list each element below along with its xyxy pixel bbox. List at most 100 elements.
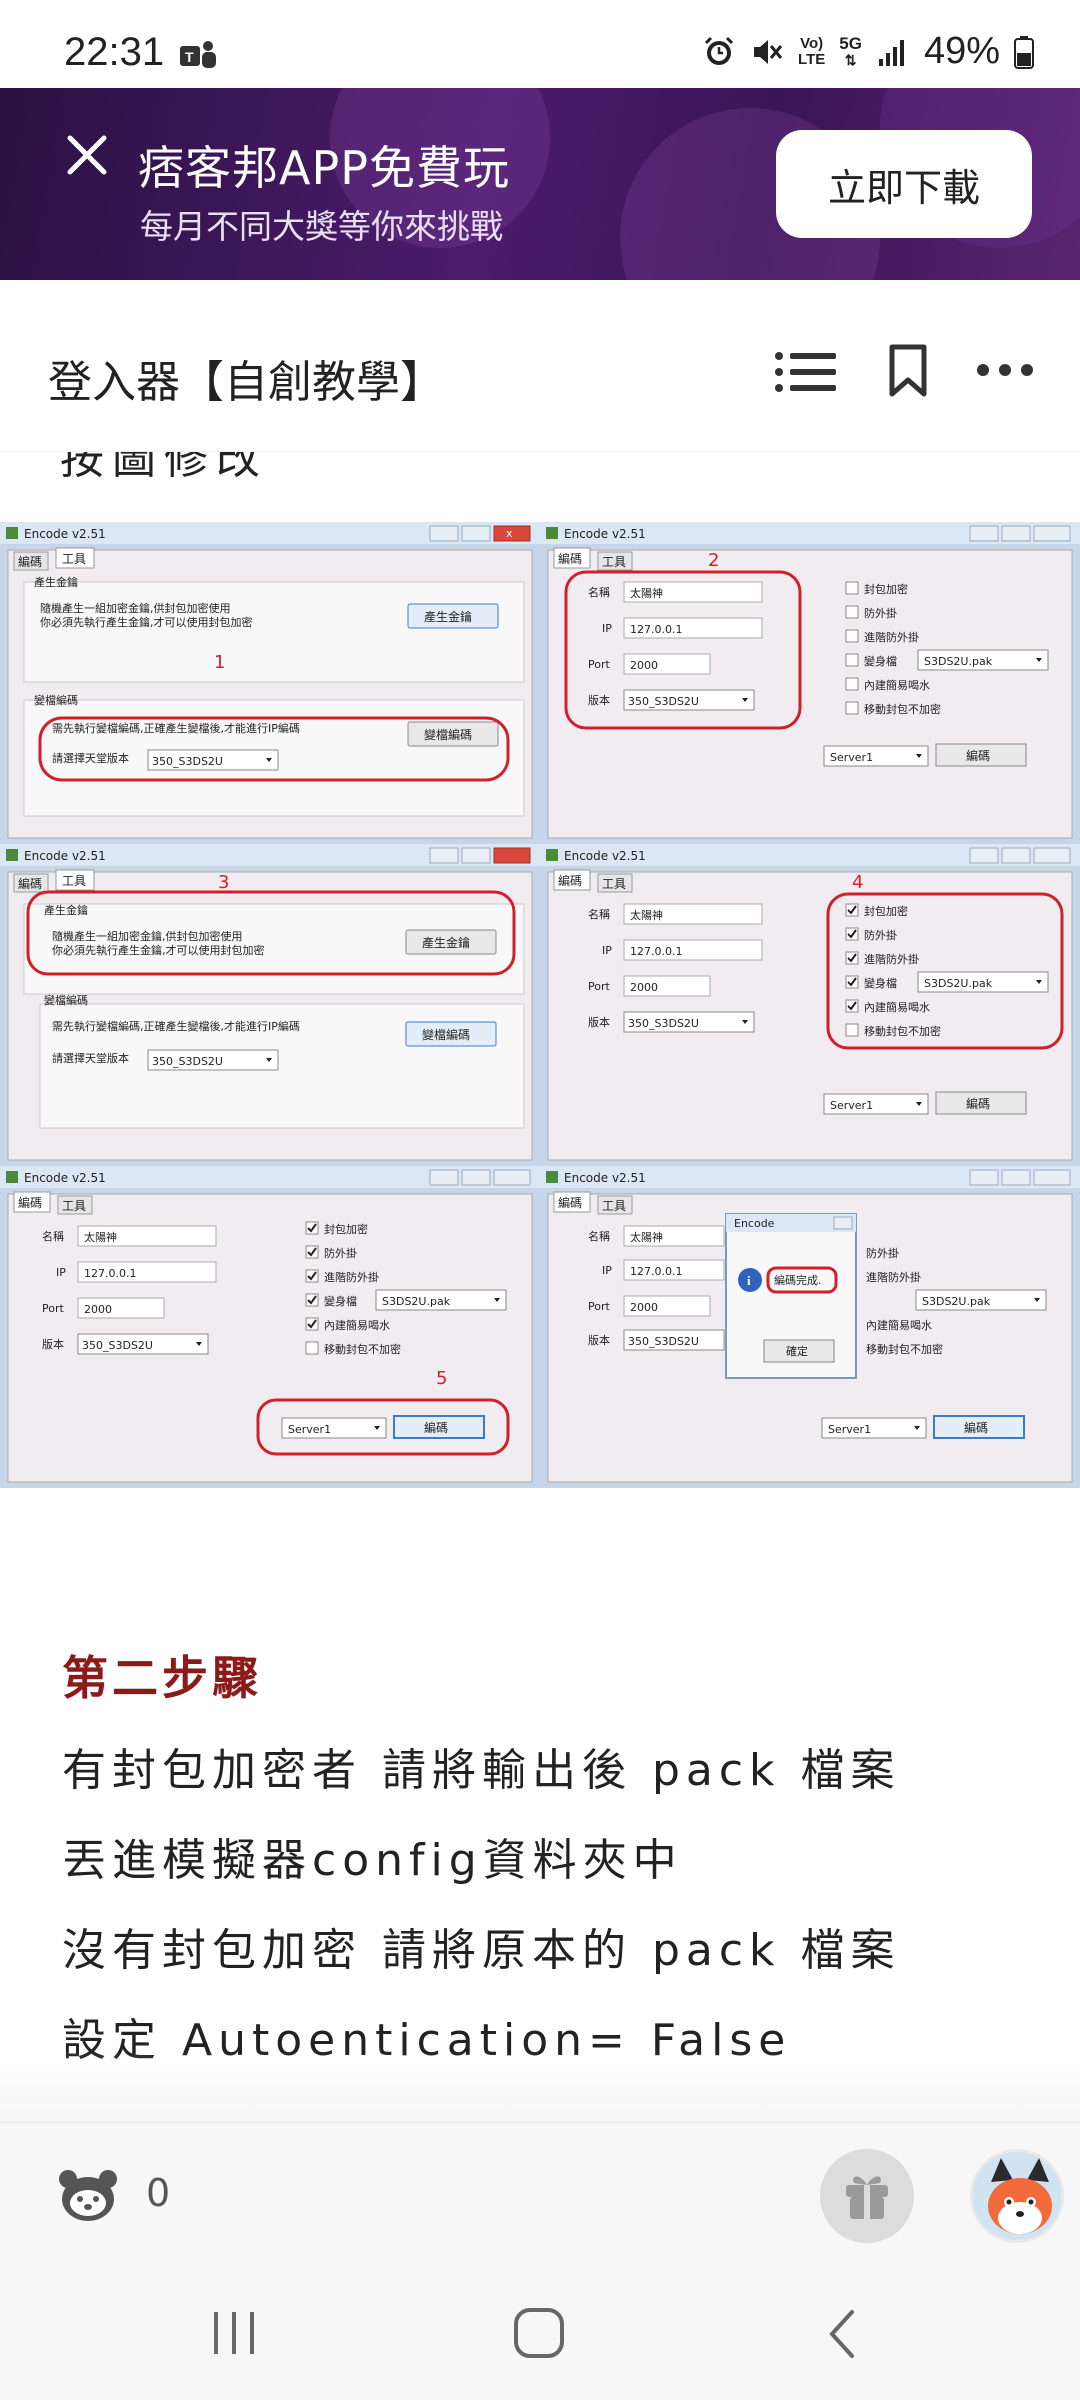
bookmark-icon[interactable] bbox=[888, 344, 928, 398]
svg-text:2000: 2000 bbox=[84, 1303, 112, 1316]
svg-text:內建簡易喝水: 內建簡易喝水 bbox=[864, 1000, 930, 1014]
svg-text:隨機產生一組加密金鑰,供封包加密使用: 隨機產生一組加密金鑰,供封包加密使用 bbox=[40, 601, 231, 615]
svg-text:太陽神: 太陽神 bbox=[84, 1230, 117, 1244]
svg-text:127.0.0.1: 127.0.0.1 bbox=[84, 1267, 136, 1280]
svg-text:變檔編碼: 變檔編碼 bbox=[44, 993, 88, 1007]
fox-avatar-icon bbox=[988, 2158, 1052, 2234]
svg-text:太陽神: 太陽神 bbox=[630, 908, 663, 922]
close-icon[interactable] bbox=[64, 132, 110, 178]
screenshot-panel-1: ​Encode v2.51 x 編碼 工具 產生金鑰 隨機產生一組加密金鑰,供封… bbox=[0, 522, 540, 844]
encode-window-complete-6: Encode v2.51 編碼 工具 名稱 太陽神 IP 127.0.0.1 P… bbox=[540, 1166, 1080, 1488]
svg-text:進階防外掛: 進階防外掛 bbox=[324, 1270, 379, 1284]
avatar[interactable] bbox=[970, 2149, 1064, 2243]
ad-subtitle: 每月不同大獎等你來挑戰 bbox=[140, 207, 503, 246]
home-icon[interactable] bbox=[512, 2306, 566, 2360]
svg-text:需先執行變檔編碼,正確產生變檔後,才能進行IP編碼: 需先執行變檔編碼,正確產生變檔後,才能進行IP編碼 bbox=[52, 721, 300, 735]
encode-window-encode-4: Encode v2.51 編碼 工具 名稱 太陽神 IP 127.0.0.1 P… bbox=[540, 844, 1080, 1166]
signal-icon bbox=[878, 39, 904, 66]
svg-text:Encode v2.51: Encode v2.51 bbox=[24, 1171, 106, 1185]
svg-text:防外掛: 防外掛 bbox=[324, 1246, 357, 1260]
alarm-icon bbox=[704, 36, 734, 65]
screenshot-panel-3: Encode v2.51 編碼 工具 3 產生金鑰 隨機產生一組加密金鑰,供封包… bbox=[0, 844, 540, 1166]
encode-window-tools-3: Encode v2.51 編碼 工具 3 產生金鑰 隨機產生一組加密金鑰,供封包… bbox=[0, 844, 540, 1166]
svg-text:封包加密: 封包加密 bbox=[864, 582, 908, 596]
svg-text:移動封包不加密: 移動封包不加密 bbox=[864, 1024, 941, 1038]
svg-text:編碼: 編碼 bbox=[18, 876, 42, 891]
svg-text:1: 1 bbox=[214, 652, 225, 673]
screenshot-panel-4: Encode v2.51 編碼 工具 名稱 太陽神 IP 127.0.0.1 P… bbox=[540, 844, 1080, 1166]
system-nav-bar bbox=[0, 2270, 1080, 2400]
svg-text:Port: Port bbox=[42, 1302, 64, 1315]
svg-text:350_S3DS2U: 350_S3DS2U bbox=[82, 1339, 153, 1352]
svg-text:名稱: 名稱 bbox=[588, 907, 610, 921]
network-5g: 5G ⇅ bbox=[839, 33, 862, 68]
ad-banner[interactable]: 痞客邦APP免費玩 每月不同大獎等你來挑戰 立即下載 bbox=[0, 88, 1080, 280]
like-reaction-icon[interactable] bbox=[56, 2165, 120, 2225]
svg-text:Port: Port bbox=[588, 980, 610, 993]
svg-text:Port: Port bbox=[588, 658, 610, 671]
svg-text:版本: 版本 bbox=[588, 693, 610, 707]
svg-text:隨機產生一組加密金鑰,供封包加密使用: 隨機產生一組加密金鑰,供封包加密使用 bbox=[52, 929, 243, 943]
svg-text:編碼: 編碼 bbox=[18, 554, 42, 569]
like-count: 0 bbox=[146, 2171, 171, 2215]
svg-text:Port: Port bbox=[588, 1300, 610, 1313]
svg-text:版本: 版本 bbox=[588, 1015, 610, 1029]
gift-icon bbox=[846, 2176, 888, 2219]
svg-text:進階防外掛: 進階防外掛 bbox=[864, 952, 919, 966]
svg-text:S3DS2U.pak: S3DS2U.pak bbox=[924, 655, 993, 668]
svg-text:變身檔: 變身檔 bbox=[864, 654, 897, 668]
svg-text:Encode v2.51: Encode v2.51 bbox=[564, 527, 646, 541]
svg-text:太陽神: 太陽神 bbox=[630, 586, 663, 600]
svg-text:127.0.0.1: 127.0.0.1 bbox=[630, 623, 682, 636]
volte-indicator: Vo) LTE bbox=[798, 34, 826, 68]
cut-off-text: 按圖修改 bbox=[60, 452, 268, 484]
svg-text:防外掛: 防外掛 bbox=[864, 606, 897, 620]
svg-text:Server1: Server1 bbox=[288, 1423, 331, 1436]
svg-text:編碼: 編碼 bbox=[558, 1195, 582, 1210]
encode-window-encode-5: Encode v2.51 編碼 工具 名稱 太陽神 IP 127.0.0.1 P… bbox=[0, 1166, 540, 1488]
svg-text:變身檔: 變身檔 bbox=[324, 1294, 357, 1308]
svg-text:確定: 確定 bbox=[786, 1344, 808, 1358]
svg-text:變檔編碼: 變檔編碼 bbox=[422, 1027, 470, 1042]
svg-text:工具: 工具 bbox=[62, 1199, 86, 1213]
svg-text:IP: IP bbox=[602, 1264, 612, 1277]
svg-text:名稱: 名稱 bbox=[588, 1229, 610, 1243]
svg-text:變檔編碼: 變檔編碼 bbox=[424, 727, 472, 742]
download-button[interactable]: 立即下載 bbox=[776, 130, 1032, 238]
svg-text:Server1: Server1 bbox=[830, 751, 873, 764]
svg-text:移動封包不加密: 移動封包不加密 bbox=[324, 1342, 401, 1356]
svg-text:2000: 2000 bbox=[630, 659, 658, 672]
gift-button[interactable] bbox=[820, 2149, 914, 2243]
svg-text:350_S3DS2U: 350_S3DS2U bbox=[152, 1055, 223, 1068]
teams-icon: T bbox=[180, 41, 216, 68]
svg-text:編碼: 編碼 bbox=[424, 1420, 448, 1435]
screenshot-panel-2: Encode v2.51 編碼 工具 2 名稱 太陽神 IP 127.0.0.1 bbox=[540, 522, 1080, 844]
recent-apps-icon[interactable] bbox=[210, 2308, 258, 2358]
svg-text:變身檔: 變身檔 bbox=[864, 976, 897, 990]
article-line-1: 有封包加密者 請將輸出後 pack 檔案 bbox=[62, 1745, 901, 1796]
svg-text:編碼: 編碼 bbox=[18, 1195, 42, 1210]
svg-text:127.0.0.1: 127.0.0.1 bbox=[630, 1265, 682, 1278]
tutorial-image[interactable]: ​Encode v2.51 x 編碼 工具 產生金鑰 隨機產生一組加密金鑰,供封… bbox=[0, 522, 1080, 1488]
svg-text:S3DS2U.pak: S3DS2U.pak bbox=[924, 977, 993, 990]
svg-text:2000: 2000 bbox=[630, 1301, 658, 1314]
svg-text:內建簡易喝水: 內建簡易喝水 bbox=[866, 1318, 932, 1332]
svg-text:請選擇天堂版本: 請選擇天堂版本 bbox=[52, 1051, 129, 1065]
ad-title: 痞客邦APP免費玩 bbox=[138, 141, 510, 195]
article-line-3: 沒有封包加密 請將原本的 pack 檔案 bbox=[62, 1925, 901, 1976]
svg-text:350_S3DS2U: 350_S3DS2U bbox=[152, 755, 223, 768]
svg-text:你必須先執行產生金鑰,才可以使用封包加密: 你必須先執行產生金鑰,才可以使用封包加密 bbox=[40, 615, 253, 629]
svg-text:版本: 版本 bbox=[42, 1337, 64, 1351]
svg-text:​Encode v2.51: ​Encode v2.51 bbox=[24, 527, 106, 541]
svg-text:編碼: 編碼 bbox=[966, 748, 990, 763]
svg-text:工具: 工具 bbox=[602, 877, 626, 891]
action-bar: 0 bbox=[0, 2122, 1080, 2270]
menu-list-icon[interactable] bbox=[774, 350, 838, 394]
svg-text:名稱: 名稱 bbox=[588, 585, 610, 599]
more-icon[interactable] bbox=[976, 362, 1034, 378]
svg-text:版本: 版本 bbox=[588, 1333, 610, 1347]
svg-text:IP: IP bbox=[602, 944, 612, 957]
svg-text:封包加密: 封包加密 bbox=[324, 1222, 368, 1236]
svg-text:編碼: 編碼 bbox=[558, 873, 582, 888]
back-icon[interactable] bbox=[824, 2308, 860, 2360]
